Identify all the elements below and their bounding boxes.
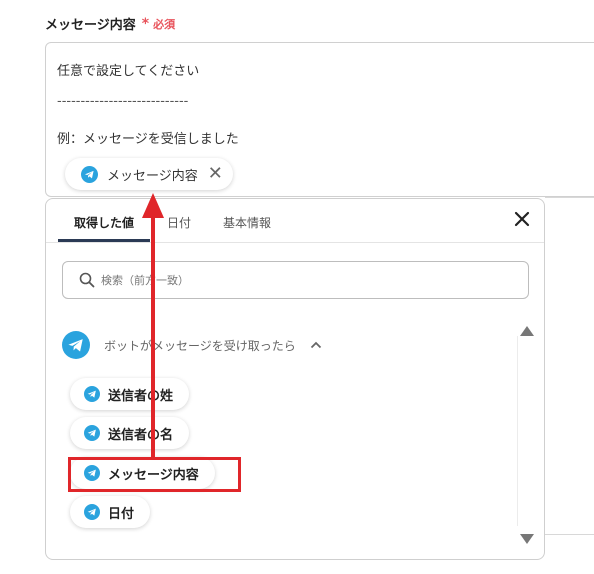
list-item[interactable]: 日付 (70, 496, 151, 528)
tab-date[interactable]: 日付 (167, 214, 191, 231)
close-icon (514, 211, 530, 227)
triangle-down-icon (520, 534, 534, 544)
variable-picker-panel: 取得した値 日付 基本情報 検索（前方一致） ボットがメッセージを受け取ったら (45, 198, 545, 560)
search-placeholder: 検索（前方一致） (101, 274, 189, 287)
search-icon (79, 272, 95, 288)
tab-retrieved-values[interactable]: 取得した値 (74, 214, 134, 231)
field-label-text: メッセージ内容 (45, 18, 136, 33)
active-tab-underline (58, 239, 150, 242)
search-input[interactable]: 検索（前方一致） (62, 261, 529, 299)
telegram-icon (81, 165, 98, 183)
picker-tabs: 取得した値 日付 基本情報 (46, 199, 544, 243)
telegram-icon (84, 425, 100, 441)
inserted-variable-chip[interactable]: メッセージ内容 ✕ (65, 158, 233, 190)
close-panel-button[interactable] (514, 210, 530, 232)
item-label: 日付 (108, 506, 135, 522)
close-icon[interactable]: ✕ (208, 165, 223, 183)
message-editor[interactable]: 任意で設定してください ----------------------------… (45, 42, 594, 197)
section-header[interactable]: ボットがメッセージを受け取ったら (62, 331, 322, 359)
section-title: ボットがメッセージを受け取ったら (104, 338, 296, 353)
highlight-box (68, 457, 241, 492)
item-label: 送信者の名 (108, 427, 174, 443)
telegram-icon (84, 504, 100, 520)
field-label: メッセージ内容 * 必須 (45, 14, 176, 34)
editor-line-1: 任意で設定してください (57, 64, 200, 79)
scrollbar-track[interactable] (517, 336, 518, 526)
required-text: 必須 (153, 17, 176, 31)
list-item[interactable]: 送信者の名 (70, 417, 190, 449)
telegram-icon (62, 331, 90, 359)
tab-basic-info[interactable]: 基本情報 (223, 214, 271, 231)
scroll-down-arrow[interactable] (520, 529, 534, 544)
editor-divider: ---------------------------- (57, 94, 189, 109)
scroll-up-arrow[interactable] (520, 321, 534, 336)
editor-line-2: 例：メッセージを受信しました (57, 132, 239, 147)
triangle-up-icon (520, 326, 534, 336)
list-item[interactable]: 送信者の姓 (70, 378, 190, 410)
inserted-chip-label: メッセージ内容 (107, 168, 198, 184)
telegram-icon (84, 386, 100, 402)
item-label: 送信者の姓 (108, 388, 174, 404)
divider-line (545, 197, 594, 198)
divider-line (545, 534, 594, 535)
required-star: * (141, 15, 150, 32)
chevron-up-icon[interactable] (310, 341, 322, 349)
